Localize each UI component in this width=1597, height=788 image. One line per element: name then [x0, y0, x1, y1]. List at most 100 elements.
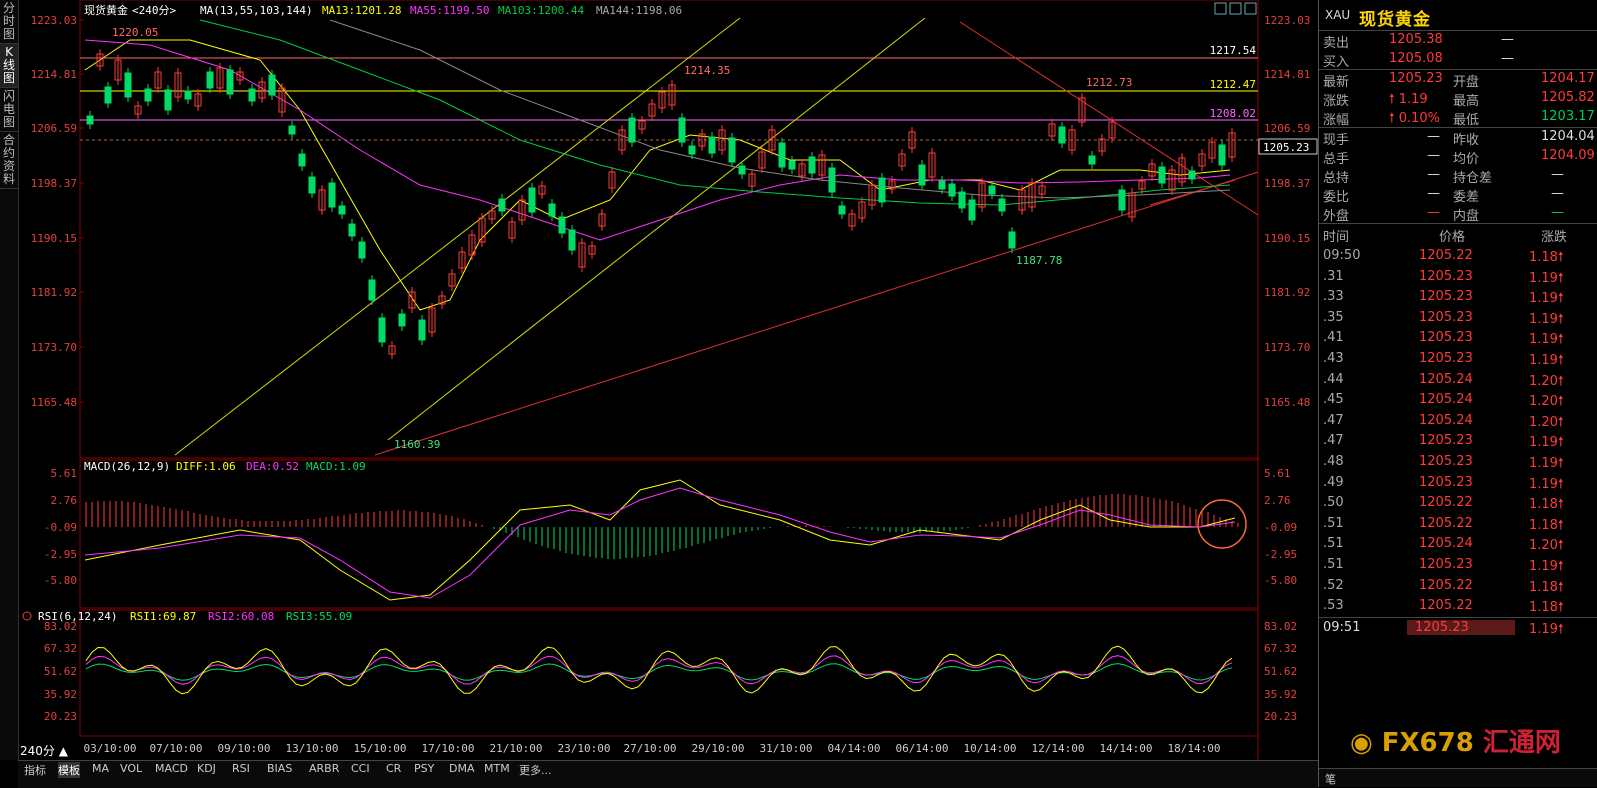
candle-body	[958, 191, 966, 209]
tick-row: .47 1205.24 1.20🠕	[1319, 411, 1597, 432]
macd-value: MACD:1.09	[306, 460, 366, 473]
pct-number: 0.10%	[1398, 111, 1441, 126]
candle-body	[144, 88, 152, 102]
tick-list[interactable]: 09:50 1205.22 1.18🠕 .31 1205.23 1.19🠕 .33 1205.…	[1319, 246, 1597, 617]
indicator-tab-9[interactable]: CCI	[351, 762, 370, 775]
candle-body	[708, 136, 716, 154]
tick-time: .48	[1323, 453, 1344, 469]
totvol-value: —	[1427, 148, 1440, 163]
indicator-tab-1[interactable]: 模板	[58, 762, 80, 778]
indicator-tab-2[interactable]: MA	[92, 762, 109, 775]
rsi-label-right: 83.02	[1264, 620, 1297, 633]
indicator-tab-3[interactable]: VOL	[120, 762, 142, 775]
tick-time: 09:51	[1323, 619, 1361, 635]
indicator-tab-bar: 指标 模板 MA VOL MACD KDJ RSI BIAS ARBR CCI CR PSY DMA MT…	[18, 760, 1318, 788]
footer-tab[interactable]: 笔	[1325, 771, 1336, 787]
date-label: 10/14:00	[964, 742, 1017, 755]
level-label-2: 1212.47	[1210, 78, 1256, 91]
date-label: 17/10:00	[422, 742, 475, 755]
candle-body	[378, 317, 386, 343]
price-label-right: 1165.48	[1264, 396, 1310, 409]
nav-tab-timeshare[interactable]: 分时图	[0, 0, 18, 44]
nav-tab-flash[interactable]: 闪电图	[0, 88, 18, 132]
open-label: 开盘	[1453, 75, 1480, 90]
tick-change-number: 1.20	[1529, 538, 1558, 554]
indicator-tab-0[interactable]: 指标	[24, 762, 46, 778]
indicator-tab-13[interactable]: MTM	[484, 762, 510, 775]
ratio-value: —	[1427, 186, 1440, 201]
rsi-label-left: 51.62	[44, 665, 77, 678]
macd-label-right: -2.95	[1264, 548, 1297, 561]
tick-row: .35 1205.23 1.19🠕	[1319, 308, 1597, 329]
indicator-tab-11[interactable]: PSY	[414, 762, 434, 775]
candle-body	[418, 319, 426, 341]
candle-body	[948, 183, 956, 197]
indicator-tab-12[interactable]: DMA	[449, 762, 475, 775]
macd-label-left: 5.61	[51, 467, 78, 480]
candle-body	[728, 137, 736, 163]
tick-time: .51	[1323, 515, 1344, 531]
indicator-tab-10[interactable]: CR	[386, 762, 401, 775]
macd-label-left: 2.76	[51, 494, 78, 507]
candle-body	[1008, 231, 1016, 249]
indicator-tab-6[interactable]: RSI	[232, 762, 250, 775]
channel-line-lower	[387, 17, 926, 441]
indicator-tab-4[interactable]: MACD	[155, 762, 188, 775]
macd-label-right: -5.80	[1264, 574, 1297, 587]
annotation-high-1: 1220.05	[112, 26, 158, 39]
candle-body	[248, 88, 256, 102]
symbol-name: 现货黄金	[1359, 10, 1431, 30]
candle-body	[878, 177, 886, 203]
change-label: 涨跌	[1323, 94, 1350, 109]
tick-time: .50	[1323, 495, 1344, 511]
watermark-text-b: 汇通网	[1482, 728, 1561, 758]
indicator-tab-8[interactable]: ARBR	[309, 762, 339, 775]
candle-body	[678, 117, 686, 143]
nav-tab-contract[interactable]: 合约资料	[0, 132, 18, 189]
price-label-right: 1173.70	[1264, 341, 1310, 354]
candle-body	[398, 313, 406, 327]
quote-title: XAU 现货黄金	[1319, 0, 1597, 31]
tick-price: 1205.23	[1419, 556, 1473, 572]
tick-time: .47	[1323, 433, 1344, 449]
candle-body	[498, 198, 506, 212]
arrow-up-icon: 🠕	[1557, 517, 1564, 533]
tick-row: .52 1205.22 1.18🠕	[1319, 576, 1597, 597]
diff-label: 委差	[1453, 190, 1480, 205]
header-ma103: MA103:1200.44	[498, 4, 584, 17]
tick-time: .44	[1323, 371, 1344, 387]
last-row: 最新 1205.23 开盘 1204.17	[1319, 70, 1597, 90]
high-price: 1205.82	[1541, 90, 1595, 105]
nav-tab-kline[interactable]: K线图	[0, 44, 18, 88]
prevclose-label: 昨收	[1453, 133, 1480, 148]
macd-panel-frame	[79, 459, 1259, 609]
tick-time: .31	[1323, 268, 1344, 284]
tick-change-number: 1.19	[1529, 311, 1558, 327]
candle-body	[528, 187, 536, 213]
period-selector-button[interactable]: 240分 ▲	[20, 742, 68, 759]
tick-change-number: 1.18	[1529, 497, 1558, 513]
arrow-up-icon: 🠕	[1557, 373, 1564, 389]
support-line	[374, 171, 1259, 456]
rsi-label-left: 20.23	[44, 710, 77, 723]
quote-panel: XAU 现货黄金 卖出 1205.38 — 买入 1205.08 — 最新 12…	[1318, 0, 1597, 787]
rsi-panel-frame	[79, 609, 1259, 737]
indicator-tab-7[interactable]: BIAS	[267, 762, 292, 775]
rsi-settings-icon	[22, 611, 32, 621]
level-label-1: 1217.54	[1210, 44, 1257, 57]
tick-price: 1205.24	[1419, 371, 1473, 387]
tick-price: 1205.24	[1419, 536, 1473, 552]
price-label-right: 1223.03	[1264, 14, 1310, 27]
indicator-tab-14[interactable]: 更多...	[519, 762, 552, 778]
header-ma144: MA144:1198.06	[596, 4, 682, 17]
kline-chart[interactable]: 1223.03 1223.03 1214.81 1214.81 1206.59 1206.…	[0, 0, 1318, 760]
window-button-icon	[1229, 2, 1242, 15]
arrow-up-icon: 🠕	[1557, 270, 1564, 286]
price-label-left: 1190.15	[31, 232, 77, 245]
tick-change: 1.19🠕	[1529, 620, 1564, 642]
date-label: 04/14:00	[828, 742, 881, 755]
high-label: 最高	[1453, 94, 1480, 109]
buy-price: 1205.08	[1389, 51, 1443, 66]
indicator-tab-5[interactable]: KDJ	[197, 762, 216, 775]
macd-label-right: 2.76	[1264, 494, 1291, 507]
